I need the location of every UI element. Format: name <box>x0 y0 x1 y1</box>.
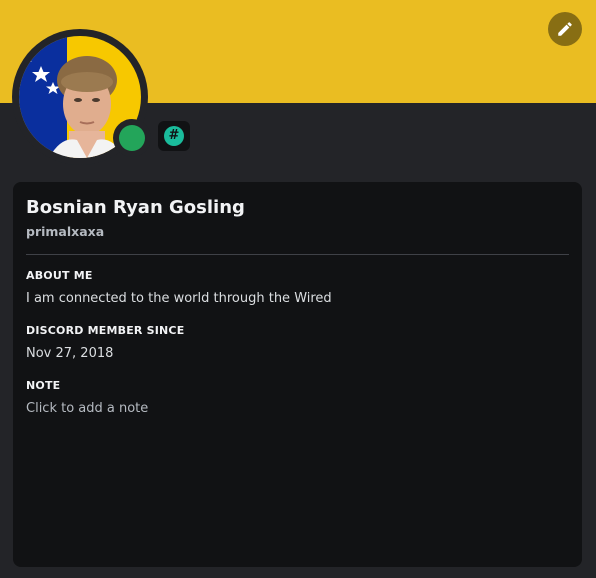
online-status-dot <box>119 125 145 151</box>
display-name: Bosnian Ryan Gosling <box>26 197 245 218</box>
profile-info-card: Bosnian Ryan Gosling primalxaxa ABOUT ME… <box>13 182 582 567</box>
profile-badge[interactable]: # <box>158 121 190 151</box>
avatar-container <box>12 29 151 165</box>
user-profile-popout: # Bosnian Ryan Gosling primalxaxa ABOUT … <box>0 0 596 578</box>
hashtag-badge-icon: # <box>164 126 184 146</box>
about-me-text: I am connected to the world through the … <box>26 291 332 306</box>
status-indicator <box>113 119 151 157</box>
member-since-date: Nov 27, 2018 <box>26 346 114 361</box>
pencil-icon <box>558 22 572 36</box>
member-since-heading: DISCORD MEMBER SINCE <box>26 324 185 337</box>
divider <box>26 254 569 255</box>
username[interactable]: primalxaxa <box>26 223 569 241</box>
note-input[interactable]: Click to add a note <box>26 400 569 418</box>
about-me-heading: ABOUT ME <box>26 269 93 282</box>
edit-profile-button[interactable] <box>548 12 582 46</box>
note-heading: NOTE <box>26 379 61 392</box>
